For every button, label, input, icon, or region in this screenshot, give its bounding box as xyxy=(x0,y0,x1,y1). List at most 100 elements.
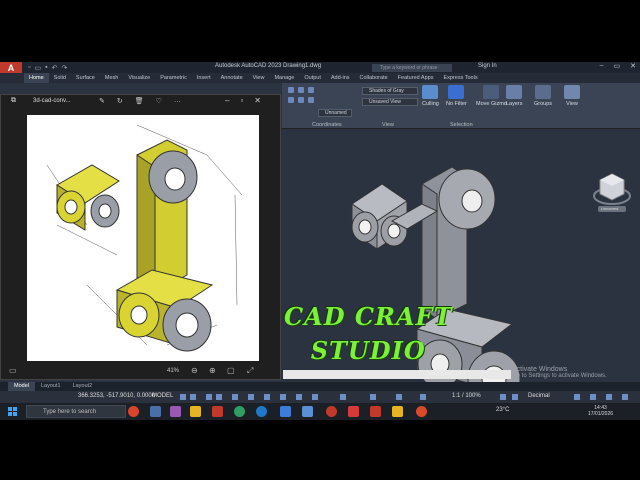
workspace-icon[interactable] xyxy=(420,394,426,400)
open-icon[interactable]: ▭ xyxy=(34,64,41,72)
delete-icon[interactable]: 🗑 xyxy=(135,97,144,105)
undo-icon[interactable]: ↶ xyxy=(52,64,58,72)
customize-icon[interactable] xyxy=(622,394,628,400)
plus-icon[interactable] xyxy=(512,394,518,400)
maximize-icon[interactable]: ▭ xyxy=(614,62,621,70)
view-dropdown[interactable]: Unsaved View xyxy=(362,98,418,106)
annotation-icon[interactable] xyxy=(396,394,402,400)
taskbar-clock[interactable]: 14:43 17/01/2026 xyxy=(588,405,613,417)
clean-screen-icon[interactable] xyxy=(606,394,612,400)
ribbon-tab-add-ins[interactable]: Add-ins xyxy=(326,73,355,83)
ribbon-tab-collaborate[interactable]: Collaborate xyxy=(355,73,393,83)
osnap-icon[interactable] xyxy=(232,394,238,400)
ribbon-tab-home[interactable]: Home xyxy=(24,73,49,83)
ribbon-tab-parametric[interactable]: Parametric xyxy=(155,73,192,83)
3d-osnap-icon[interactable] xyxy=(312,394,318,400)
store-icon[interactable] xyxy=(280,406,291,417)
folder-icon[interactable] xyxy=(392,406,403,417)
layout-tab-layout1[interactable]: Layout1 xyxy=(35,382,67,391)
ucs-origin-icon[interactable] xyxy=(308,87,314,93)
ribbon-tab-surface[interactable]: Surface xyxy=(71,73,100,83)
slideshow-icon[interactable]: ▭ xyxy=(9,366,17,375)
lineweight-icon[interactable] xyxy=(264,394,270,400)
transparency-icon[interactable] xyxy=(280,394,286,400)
screen-recorder-icon[interactable] xyxy=(416,406,427,417)
selection-cycling-icon[interactable] xyxy=(296,394,302,400)
zoom-in-icon[interactable]: ⊕ xyxy=(209,366,216,375)
layers-button[interactable]: Layers xyxy=(506,85,523,107)
annotation-scale[interactable]: 1:1 / 100% xyxy=(452,393,481,399)
start-icon[interactable] xyxy=(8,407,17,416)
units-dropdown[interactable]: Decimal xyxy=(528,393,550,399)
ribbon-tab-view[interactable]: View xyxy=(248,73,270,83)
fit-icon[interactable]: ▢ xyxy=(227,366,235,375)
more-icon[interactable]: … xyxy=(174,97,181,105)
rotate-icon[interactable]: ↻ xyxy=(117,97,123,105)
dynamic-ucs-icon[interactable] xyxy=(340,394,346,400)
polar-icon[interactable] xyxy=(216,394,222,400)
view-button[interactable]: View xyxy=(564,85,580,107)
chili-weather-icon[interactable] xyxy=(128,406,139,417)
ribbon-tab-visualize[interactable]: Visualize xyxy=(123,73,155,83)
ucs-z-icon[interactable] xyxy=(308,97,314,103)
minimize-icon[interactable]: – xyxy=(600,62,604,70)
ribbon-tab-mesh[interactable]: Mesh xyxy=(100,73,123,83)
autocad-logo[interactable]: A xyxy=(0,62,22,73)
favorite-icon[interactable]: ♡ xyxy=(156,97,162,105)
ortho-icon[interactable] xyxy=(206,394,212,400)
sign-in-link[interactable]: Sign In xyxy=(478,63,497,69)
ribbon-tab-featured-apps[interactable]: Featured Apps xyxy=(393,73,439,83)
layout-tab-layout2[interactable]: Layout2 xyxy=(67,382,99,391)
settings-icon[interactable] xyxy=(500,394,506,400)
chrome-icon[interactable] xyxy=(234,406,245,417)
autocad-taskbar-icon[interactable] xyxy=(370,406,381,417)
opera-icon[interactable] xyxy=(326,406,337,417)
viewer-close-icon[interactable]: ✕ xyxy=(254,96,261,105)
no-filter-button[interactable]: No Filter xyxy=(446,85,467,107)
ucs-y-icon[interactable] xyxy=(298,97,304,103)
fullscreen-icon[interactable]: ⤢ xyxy=(247,366,253,376)
ucs-dropdown[interactable]: Unnamed xyxy=(318,109,352,117)
save-icon[interactable]: ▪ xyxy=(45,64,47,72)
visual-style-dropdown[interactable]: Shades of Gray xyxy=(362,87,418,95)
close-icon[interactable]: ✕ xyxy=(630,62,636,70)
viewer-minimize-icon[interactable]: – xyxy=(225,96,229,105)
widgets-icon[interactable] xyxy=(170,406,181,417)
keyword-search-input[interactable]: Type a keyword or phrase xyxy=(372,64,452,72)
viewer-maximize-icon[interactable]: ▫ xyxy=(240,96,243,105)
viewcube[interactable]: Unnamed xyxy=(592,168,632,218)
new-icon[interactable]: ▫ xyxy=(28,64,30,72)
edit-icon[interactable]: ✎ xyxy=(99,97,105,105)
viewcube-ucs-label[interactable]: Unnamed xyxy=(601,206,618,211)
model-space-toggle[interactable]: MODEL xyxy=(152,393,173,399)
zoom-out-icon[interactable]: ⊖ xyxy=(191,366,198,375)
move-gizmo-button[interactable]: Move Gizmo xyxy=(476,85,507,107)
task-view-icon[interactable] xyxy=(150,406,161,417)
file-explorer-icon[interactable] xyxy=(190,406,201,417)
redo-icon[interactable]: ↷ xyxy=(61,64,67,72)
layout-tab-model[interactable]: Model xyxy=(8,382,35,391)
snap-icon[interactable] xyxy=(190,394,196,400)
recorder-icon[interactable] xyxy=(348,406,359,417)
ucs-x-icon[interactable] xyxy=(288,97,294,103)
weather-readout[interactable]: 23°C xyxy=(496,407,509,413)
ribbon-tab-output[interactable]: Output xyxy=(299,73,326,83)
ribbon-tab-manage[interactable]: Manage xyxy=(269,73,299,83)
groups-button[interactable]: Groups xyxy=(534,85,552,107)
mail-icon[interactable] xyxy=(302,406,313,417)
ribbon-tab-solid[interactable]: Solid xyxy=(49,73,71,83)
otrack-icon[interactable] xyxy=(248,394,254,400)
taskbar-search-input[interactable]: Type here to search xyxy=(26,405,126,418)
edge-icon[interactable] xyxy=(256,406,267,417)
ucs-icon[interactable] xyxy=(288,87,294,93)
culling-button[interactable]: Culling xyxy=(422,85,439,107)
ribbon-tab-express-tools[interactable]: Express Tools xyxy=(438,73,482,83)
ribbon-tab-annotate[interactable]: Annotate xyxy=(216,73,248,83)
ucs-world-icon[interactable] xyxy=(298,87,304,93)
isolate-icon[interactable] xyxy=(574,394,580,400)
ribbon-tab-insert[interactable]: Insert xyxy=(192,73,216,83)
gizmo-toggle-icon[interactable] xyxy=(370,394,376,400)
command-line[interactable] xyxy=(283,370,511,379)
grid-icon[interactable] xyxy=(180,394,186,400)
office-icon[interactable] xyxy=(212,406,223,417)
